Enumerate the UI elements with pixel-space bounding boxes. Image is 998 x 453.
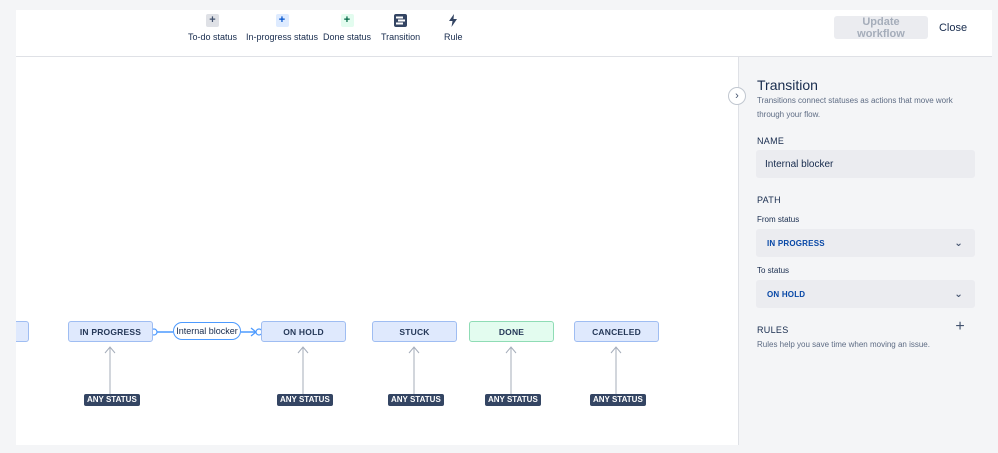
- add-transition-button[interactable]: Transition: [381, 14, 420, 52]
- chevron-down-icon: ⌄: [954, 288, 963, 300]
- add-rule-plus-icon[interactable]: +: [953, 319, 967, 335]
- any-status-badge[interactable]: ANY STATUS: [485, 394, 541, 406]
- transition-details-panel: Transition Transitions connect statuses …: [738, 57, 993, 445]
- any-status-badge[interactable]: ANY STATUS: [84, 394, 140, 406]
- transition-internal-blocker[interactable]: Internal blocker: [173, 322, 241, 340]
- panel-description: Transitions connect statuses as actions …: [757, 96, 953, 119]
- tool-label: To-do status: [188, 32, 238, 42]
- tool-label: Transition: [381, 32, 421, 42]
- transition-icon: [394, 14, 408, 27]
- add-todo-status-button[interactable]: + To-do status: [188, 14, 237, 52]
- any-status-badge[interactable]: ANY STATUS: [590, 394, 646, 406]
- from-status-label: From status: [757, 215, 800, 224]
- update-workflow-button[interactable]: Update workflow: [834, 16, 928, 40]
- add-rule-button[interactable]: Rule: [444, 14, 463, 52]
- tool-label: Done status: [323, 32, 372, 42]
- any-status-badge[interactable]: ANY STATUS: [277, 394, 333, 406]
- from-status-select[interactable]: IN PROGRESS ⌄: [756, 229, 975, 257]
- add-in-progress-status-button[interactable]: + In-progress status: [246, 14, 318, 52]
- name-heading: NAME: [757, 136, 785, 146]
- status-node-done[interactable]: DONE: [469, 321, 554, 342]
- rules-heading: RULES: [757, 325, 789, 335]
- from-status-value: IN PROGRESS: [767, 238, 825, 248]
- plus-icon: +: [340, 14, 354, 27]
- collapse-panel-chevron-right-icon[interactable]: ›: [728, 87, 746, 105]
- path-heading: PATH: [757, 195, 781, 205]
- status-node-canceled[interactable]: CANCELED: [574, 321, 659, 342]
- close-button[interactable]: Close: [933, 16, 973, 39]
- workflow-canvas[interactable]: IN PROGRESS Internal blocker ON HOLD STU…: [16, 57, 738, 445]
- to-status-value: ON HOLD: [767, 289, 806, 299]
- transition-name-field[interactable]: Internal blocker: [756, 150, 975, 178]
- rules-description: Rules help you save time when moving an …: [757, 340, 930, 349]
- plus-icon: +: [206, 14, 220, 27]
- status-node-partial[interactable]: [16, 321, 29, 342]
- workflow-connectors: [104, 327, 622, 396]
- status-node-in-progress[interactable]: IN PROGRESS: [68, 321, 153, 342]
- add-done-status-button[interactable]: + Done status: [323, 14, 371, 52]
- tool-label: In-progress status: [246, 32, 319, 42]
- status-node-stuck[interactable]: STUCK: [372, 321, 457, 342]
- any-status-badge[interactable]: ANY STATUS: [388, 394, 444, 406]
- toolbar: + To-do status + In-progress status + Do…: [16, 10, 992, 57]
- status-node-on-hold[interactable]: ON HOLD: [261, 321, 346, 342]
- to-status-label: To status: [757, 266, 790, 275]
- lightning-icon: [447, 14, 460, 27]
- tool-label: Rule: [444, 32, 463, 42]
- plus-icon: +: [275, 14, 289, 27]
- to-status-select[interactable]: ON HOLD ⌄: [756, 280, 975, 308]
- chevron-down-icon: ⌄: [954, 237, 963, 249]
- panel-title: Transition: [757, 77, 818, 93]
